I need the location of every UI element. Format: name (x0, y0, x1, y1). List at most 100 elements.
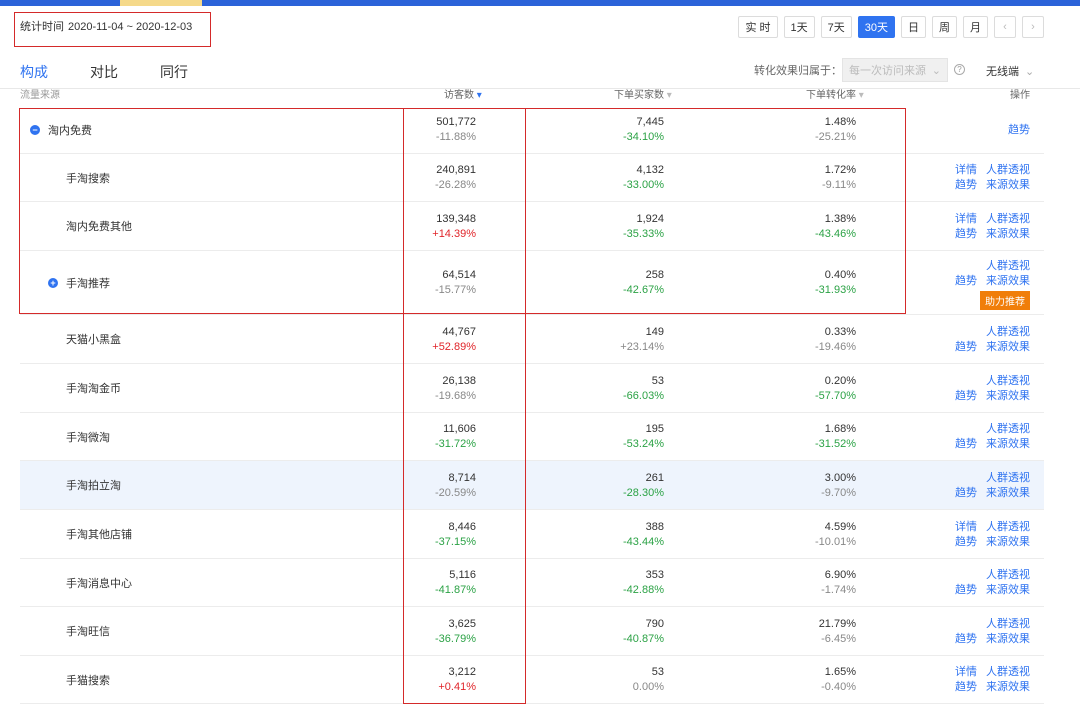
action-link[interactable]: 人群透视 (986, 665, 1030, 680)
action-link[interactable]: 人群透视 (986, 520, 1030, 535)
action-link[interactable]: 人群透视 (986, 325, 1030, 340)
action-link[interactable]: 来源效果 (986, 437, 1030, 452)
metric-change: -66.03% (623, 389, 664, 402)
action-link[interactable]: 趋势 (955, 680, 977, 695)
action-link[interactable]: 人群透视 (986, 259, 1030, 274)
action-link[interactable]: 来源效果 (986, 227, 1030, 242)
action-link[interactable]: 趋势 (955, 583, 977, 598)
chevron-right-icon[interactable]: › (1022, 16, 1044, 38)
metric-change: +0.41% (438, 681, 476, 693)
action-link[interactable]: 来源效果 (986, 389, 1030, 404)
boost-recommend-badge[interactable]: 助力推荐 (980, 291, 1030, 310)
action-link[interactable]: 人群透视 (986, 163, 1030, 178)
action-line: 人群透视 (955, 374, 1030, 389)
metric-change: -36.79% (435, 632, 476, 645)
metric-change: -33.00% (623, 179, 664, 191)
period-button[interactable]: 日 (901, 16, 926, 38)
col-conversion[interactable]: 下单转化率 ▾ (806, 86, 864, 101)
metric-cell: 64,514 -15.77% (435, 268, 476, 298)
action-link[interactable]: 趋势 (955, 486, 977, 501)
action-link[interactable]: 趋势 (955, 437, 977, 452)
action-line: 趋势 来源效果 (955, 486, 1030, 501)
metric-value: 3,212 (448, 666, 476, 678)
main-tabs: 构成 对比 同行 (20, 62, 188, 82)
metric-value: 195 (645, 423, 664, 435)
col-source: 流量来源 (20, 90, 60, 101)
action-link[interactable]: 趋势 (955, 632, 977, 647)
action-link[interactable]: 趋势 (955, 274, 977, 289)
action-line: 趋势 (1008, 123, 1030, 138)
action-link[interactable]: 趋势 (955, 535, 977, 550)
action-link[interactable]: 趋势 (1008, 123, 1030, 138)
metric-cell: 3.00% -9.70% (821, 471, 856, 501)
period-button[interactable]: 月 (963, 16, 988, 38)
action-link[interactable]: 人群透视 (986, 374, 1030, 389)
action-link[interactable]: 详情 (955, 520, 977, 535)
tab-item[interactable]: 构成 (20, 62, 48, 82)
source-name: 手淘淘金币 (66, 364, 121, 412)
row-actions: 趋势 (1008, 123, 1030, 138)
source-name: 手猫搜索 (66, 656, 110, 703)
metric-cell: 1,924 -35.33% (623, 212, 664, 242)
source-name-label: 手淘旺信 (66, 626, 110, 638)
metric-value: 0.40% (824, 269, 856, 281)
help-icon[interactable]: ? (954, 64, 965, 75)
metric-cell: 1.68% -31.52% (815, 422, 856, 452)
action-link[interactable]: 来源效果 (986, 486, 1030, 501)
action-link[interactable]: 来源效果 (986, 274, 1030, 289)
tab-item[interactable]: 同行 (160, 62, 188, 82)
col-visitors[interactable]: 访客数 ▾ (444, 86, 482, 101)
action-link[interactable]: 人群透视 (986, 617, 1030, 632)
action-link[interactable]: 来源效果 (986, 583, 1030, 598)
source-name-label: 天猫小黑盒 (66, 334, 121, 346)
row-actions: 人群透视 趋势 来源效果 (955, 568, 1030, 598)
metric-value: 3.00% (824, 471, 856, 484)
action-link[interactable]: 趋势 (955, 227, 977, 242)
metric-value: 1.65% (824, 666, 856, 678)
action-link[interactable]: 来源效果 (986, 632, 1030, 647)
period-button[interactable]: 周 (932, 16, 957, 38)
metric-change: 0.00% (632, 681, 664, 693)
tab-item[interactable]: 对比 (90, 62, 118, 82)
metric-cell: 388 -43.44% (623, 520, 664, 550)
action-link[interactable]: 详情 (955, 665, 977, 680)
period-button[interactable]: 1天 (783, 16, 815, 38)
period-button[interactable]: 实 时 (738, 16, 778, 38)
metric-change: -19.46% (815, 340, 856, 353)
chevron-left-icon[interactable]: ‹ (994, 16, 1016, 38)
action-link[interactable]: 人群透视 (986, 568, 1030, 583)
action-line: 趋势 来源效果 (955, 583, 1030, 598)
action-link[interactable]: 来源效果 (986, 680, 1030, 695)
action-link[interactable]: 来源效果 (986, 178, 1030, 193)
collapse-icon[interactable]: − (30, 124, 40, 135)
metric-cell: 240,891 -26.28% (435, 163, 476, 193)
metric-value: 261 (645, 471, 664, 484)
metric-value: 21.79% (818, 617, 856, 630)
metric-cell: 1.38% -43.46% (815, 212, 856, 242)
action-link[interactable]: 人群透视 (986, 422, 1030, 437)
col-buyers-label: 下单买家数 (614, 90, 664, 101)
attribution-select[interactable]: 每一次访问来源 ⌄ (842, 58, 948, 82)
period-button[interactable]: 30天 (857, 16, 895, 38)
period-button[interactable]: 7天 (820, 16, 852, 38)
col-buyers[interactable]: 下单买家数 ▾ (614, 86, 672, 101)
metric-value: 258 (645, 269, 664, 281)
action-link[interactable]: 趋势 (955, 389, 977, 404)
sort-icon: ▾ (858, 90, 864, 101)
metric-cell: 0.40% -31.93% (815, 268, 856, 298)
action-link[interactable]: 详情 (955, 163, 977, 178)
action-line: 人群透视 (955, 325, 1030, 340)
action-link[interactable]: 趋势 (955, 178, 977, 193)
action-link[interactable]: 来源效果 (986, 340, 1030, 355)
metric-value: 4.59% (824, 520, 856, 533)
action-link[interactable]: 趋势 (955, 340, 977, 355)
action-link[interactable]: 详情 (955, 212, 977, 227)
expand-icon[interactable]: + (48, 277, 58, 288)
source-name: + 手淘推荐 (48, 251, 110, 314)
metric-cell: 1.65% -0.40% (821, 665, 856, 695)
action-link[interactable]: 来源效果 (986, 535, 1030, 550)
device-select[interactable]: 无线端 ⌄ (986, 63, 1034, 79)
action-link[interactable]: 人群透视 (986, 212, 1030, 227)
metric-cell: 139,348 +14.39% (432, 212, 476, 242)
action-link[interactable]: 人群透视 (986, 471, 1030, 486)
